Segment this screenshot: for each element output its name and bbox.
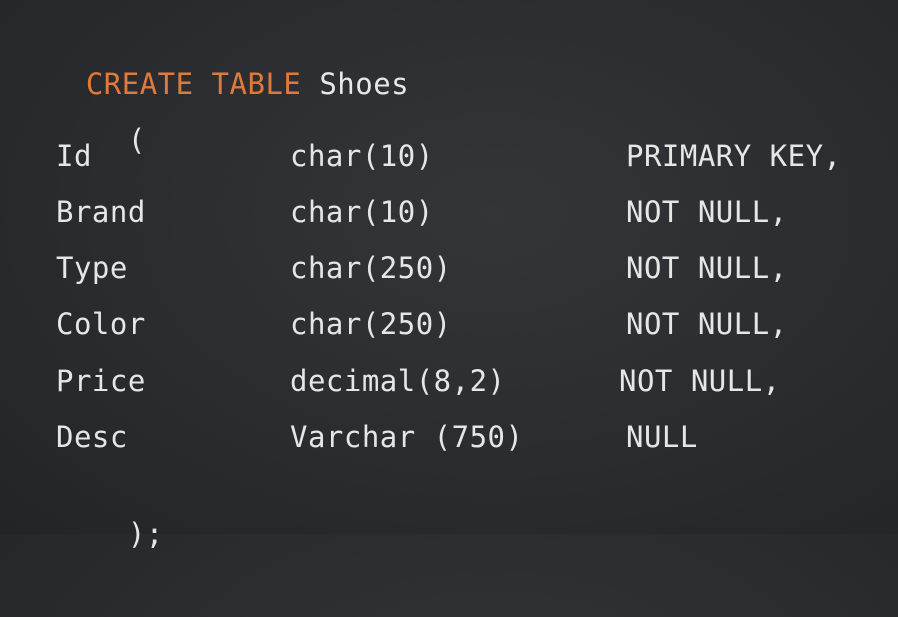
column-name: Brand [56, 195, 146, 229]
column-row: Id char(10) PRIMARY KEY, [0, 136, 898, 176]
close-paren-semicolon: ); [127, 517, 164, 551]
column-name: Id [56, 139, 92, 173]
column-constraint: NOT NULL, [626, 307, 788, 341]
column-constraint: NOT NULL, [626, 195, 788, 229]
column-name: Type [56, 251, 128, 285]
column-type: char(10) [290, 195, 434, 229]
column-row: Desc Varchar (750) NULL [0, 417, 898, 457]
create-table-line: CREATE TABLE Shoes [14, 24, 409, 101]
column-name: Price [56, 364, 146, 398]
column-row: Color char(250) NOT NULL, [0, 304, 898, 344]
column-name: Desc [56, 420, 128, 454]
table-name: Shoes [319, 67, 410, 101]
column-row: Brand char(10) NOT NULL, [0, 192, 898, 232]
column-row: Price decimal(8,2) NOT NULL, [0, 361, 898, 401]
column-type: Varchar (750) [290, 420, 524, 454]
column-type: decimal(8,2) [290, 364, 506, 398]
column-name: Color [56, 307, 146, 341]
column-constraint: NOT NULL, [619, 364, 781, 398]
open-paren-line: ( [56, 80, 146, 157]
column-row: Type char(250) NOT NULL, [0, 248, 898, 288]
column-constraint: NULL [626, 420, 698, 454]
column-type: char(250) [290, 307, 452, 341]
close-paren-line: ); [56, 474, 164, 551]
sql-code-panel: CREATE TABLE Shoes ( Id char(10) PRIMARY… [0, 0, 898, 551]
column-constraint: NOT NULL, [626, 251, 788, 285]
column-constraint: PRIMARY KEY, [626, 139, 842, 173]
column-type: char(10) [290, 139, 434, 173]
column-type: char(250) [290, 251, 452, 285]
